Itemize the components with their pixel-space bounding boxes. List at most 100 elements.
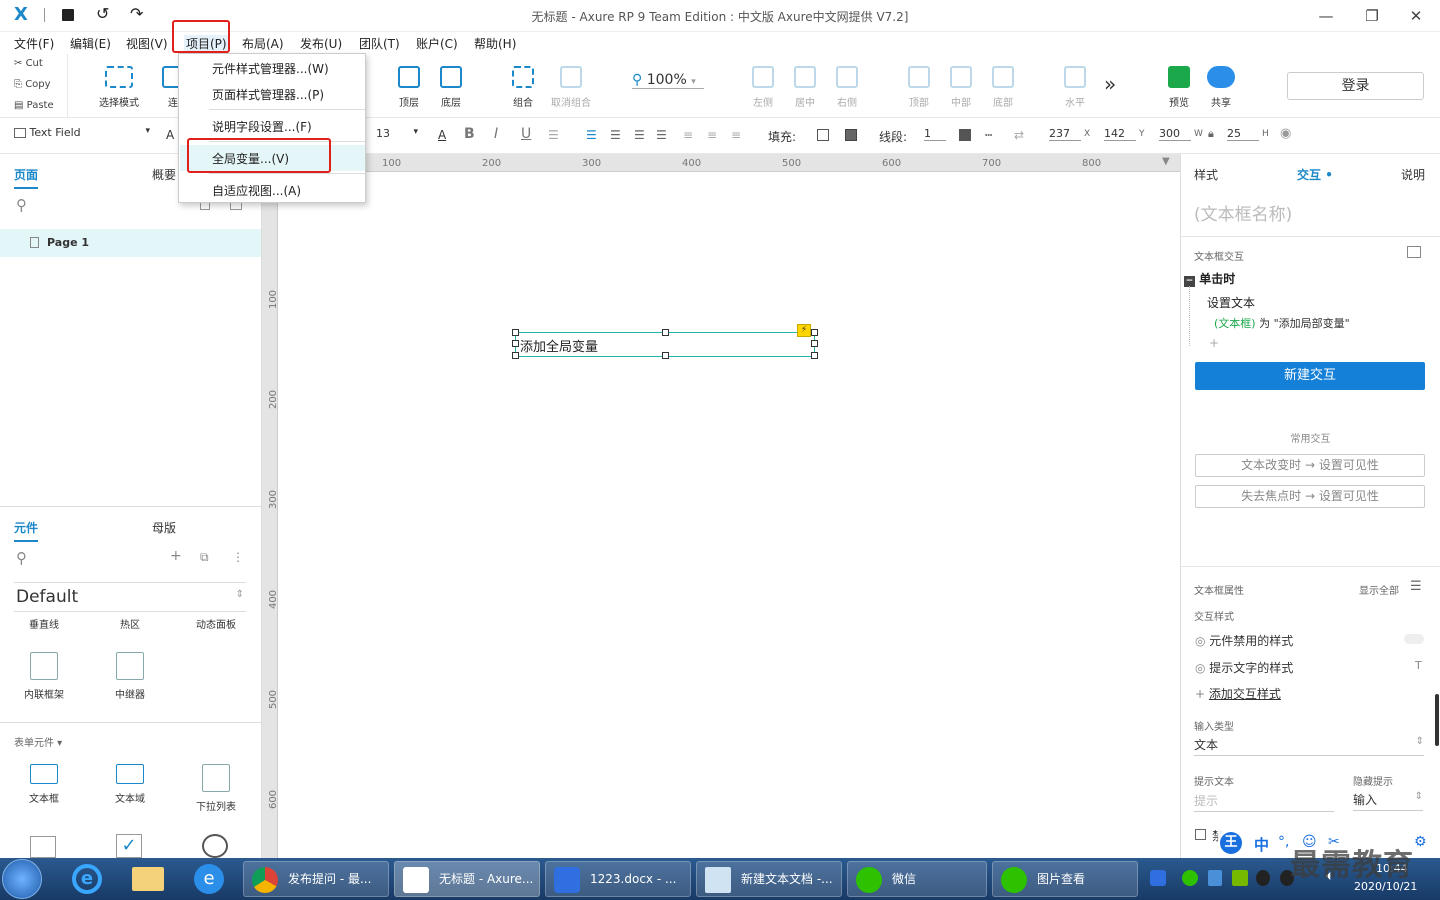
design-canvas[interactable]: 100 200 300 400 500 600 700 800 ▼ 100 20… <box>262 154 1180 858</box>
font-color-icon[interactable]: A <box>438 128 446 142</box>
distribute-horizontal-button[interactable]: 水平 <box>1050 66 1100 109</box>
folder-icon[interactable] <box>132 867 164 891</box>
resize-handle[interactable] <box>811 329 818 336</box>
task-image-viewer[interactable]: 图片查看 <box>992 861 1138 897</box>
ruler-menu-icon[interactable]: ▼ <box>1162 156 1170 167</box>
widget-vertical-line[interactable]: 垂直线 <box>14 616 74 631</box>
widget-search-icon[interactable]: ⚲ <box>16 549 27 567</box>
radio-button-icon[interactable] <box>202 834 228 858</box>
input-type-select[interactable]: 文本 ⇕ <box>1194 736 1424 756</box>
text-t-icon[interactable]: T <box>1415 659 1422 672</box>
tray-shield-icon[interactable] <box>1208 870 1222 886</box>
send-to-back-button[interactable]: 底层 <box>426 66 476 109</box>
widget-name-input[interactable]: (文本框名称) <box>1194 200 1292 225</box>
list-icon[interactable]: ☰ <box>548 128 559 142</box>
paste-button[interactable]: ▤ Paste <box>14 100 54 111</box>
close-button[interactable]: ✕ <box>1396 4 1436 28</box>
menu-publish[interactable]: 发布(U) <box>300 35 342 52</box>
menu-file[interactable]: 文件(F) <box>14 35 54 52</box>
resize-handle[interactable] <box>512 329 519 336</box>
add-interaction-style-link[interactable]: + 添加交互样式 <box>1195 685 1281 702</box>
task-axure[interactable]: 无标题 - Axure... <box>394 861 540 897</box>
share-button[interactable]: 共享 <box>1196 66 1246 109</box>
ime-settings-icon[interactable]: ⚙ <box>1414 834 1427 850</box>
login-button[interactable]: 登录 <box>1287 72 1424 100</box>
menu-item-note-fields[interactable]: 说明字段设置...(F) <box>212 118 312 135</box>
tab-style[interactable]: 样式 <box>1194 166 1218 183</box>
new-interaction-button[interactable]: 新建交互 <box>1195 362 1425 390</box>
lightning-interaction-icon[interactable]: ⚡︎ <box>797 324 811 337</box>
tab-outline[interactable]: 概要 <box>152 166 176 183</box>
align-text-center-icon[interactable]: ☰ <box>610 128 621 142</box>
align-text-justify-icon[interactable]: ☰ <box>656 128 667 142</box>
common-interaction-2[interactable]: 失去焦点时 → 设置可见性 <box>1195 485 1425 508</box>
font-size-select[interactable]: 13 ▾ <box>376 127 418 140</box>
x-input[interactable]: 237 <box>1049 127 1081 141</box>
scrollbar[interactable] <box>1435 694 1439 746</box>
checkbox-icon[interactable]: ✓ <box>116 834 142 858</box>
align-text-left-icon[interactable]: ☰ <box>586 128 597 142</box>
widget-repeater[interactable]: 中继器 <box>100 652 160 701</box>
fill-color-swatch[interactable] <box>817 129 829 141</box>
visibility-eye-icon[interactable]: ◉ <box>1280 126 1291 141</box>
task-word[interactable]: 1223.docx - ... <box>545 861 691 897</box>
menu-account[interactable]: 账户(C) <box>416 35 458 52</box>
minimize-button[interactable]: — <box>1306 4 1346 28</box>
align-right-button[interactable]: 右侧 <box>822 66 872 109</box>
tray-wechat-icon[interactable] <box>1182 870 1198 886</box>
disable-checkbox[interactable] <box>1195 829 1206 840</box>
underline-icon[interactable]: U <box>521 126 531 142</box>
disabled-style-item[interactable]: ◎ 元件禁用的样式 <box>1195 632 1293 649</box>
edge-icon[interactable]: e <box>194 864 224 894</box>
common-interaction-1[interactable]: 文本改变时 → 设置可见性 <box>1195 454 1425 477</box>
resize-handle[interactable] <box>811 340 818 347</box>
library-select[interactable]: Default ⇕ <box>14 582 246 612</box>
resize-handle[interactable] <box>512 340 519 347</box>
line-style-icon[interactable]: ┅ <box>985 128 992 142</box>
tray-nvidia-icon[interactable] <box>1232 870 1248 886</box>
menu-item-adaptive-views[interactable]: 自适应视图...(A) <box>212 182 301 199</box>
event-onclick[interactable]: − 单击时 <box>1184 270 1235 287</box>
resize-handle[interactable] <box>811 352 818 359</box>
hamburger-menu-icon[interactable]: ☰ <box>1410 579 1422 594</box>
add-library-icon[interactable]: + <box>170 548 182 564</box>
library-menu-icon[interactable]: ⋮ <box>232 550 244 564</box>
widget-droplist[interactable]: 下拉列表 <box>186 764 246 813</box>
expand-editor-icon[interactable] <box>1407 246 1421 258</box>
menu-team[interactable]: 团队(T) <box>359 35 400 52</box>
bold-icon[interactable]: B <box>464 126 475 142</box>
widget-hotspot[interactable]: 热区 <box>100 616 160 631</box>
copy-button[interactable]: ⎘ Copy <box>14 79 51 90</box>
widget-type-select[interactable]: Text Field ▾ <box>14 126 150 139</box>
font-family-select[interactable]: A <box>166 128 174 142</box>
resize-handle[interactable] <box>662 352 669 359</box>
tab-pages[interactable]: 页面 <box>14 166 39 189</box>
task-wechat[interactable]: 微信 <box>847 861 987 897</box>
w-input[interactable]: 300 <box>1159 127 1191 141</box>
widget-text-field[interactable]: 文本框 <box>14 764 74 805</box>
tab-notes[interactable]: 说明 <box>1401 166 1425 183</box>
group-button[interactable]: 组合 <box>498 66 548 109</box>
tab-interactions[interactable]: 交互 • <box>1297 166 1333 183</box>
menu-item-page-style-manager[interactable]: 页面样式管理器...(P) <box>212 86 324 103</box>
ime-mode[interactable]: 中 <box>1254 834 1269 855</box>
lock-icon[interactable]: 🔒︎ <box>1208 127 1214 141</box>
resize-handle[interactable] <box>512 352 519 359</box>
arrow-style-icon[interactable]: ⇄ <box>1014 128 1024 142</box>
italic-icon[interactable]: I <box>494 126 498 142</box>
widget-text-area[interactable]: 文本域 <box>100 764 160 805</box>
valign-top-icon[interactable]: ≡ <box>683 128 693 142</box>
hint-text-input[interactable]: 提示 <box>1194 792 1334 812</box>
disabled-toggle[interactable] <box>1404 634 1424 644</box>
valign-bottom-icon[interactable]: ≡ <box>731 128 741 142</box>
widget-dynamic-panel[interactable]: 动态面板 <box>186 616 246 631</box>
task-chrome[interactable]: 发布提问 - 最... <box>243 861 389 897</box>
form-widgets-section[interactable]: 表单元件 ▾ <box>14 734 62 749</box>
shadow-swatch[interactable] <box>845 129 857 141</box>
h-input[interactable]: 25 <box>1227 127 1259 141</box>
hide-hint-select[interactable]: 输入 ⇕ <box>1353 791 1423 811</box>
ie-icon[interactable]: e <box>72 864 102 894</box>
start-button[interactable] <box>2 859 42 899</box>
ungroup-button[interactable]: 取消组合 <box>546 66 596 109</box>
select-mode-button[interactable]: 选择模式 <box>94 66 144 109</box>
